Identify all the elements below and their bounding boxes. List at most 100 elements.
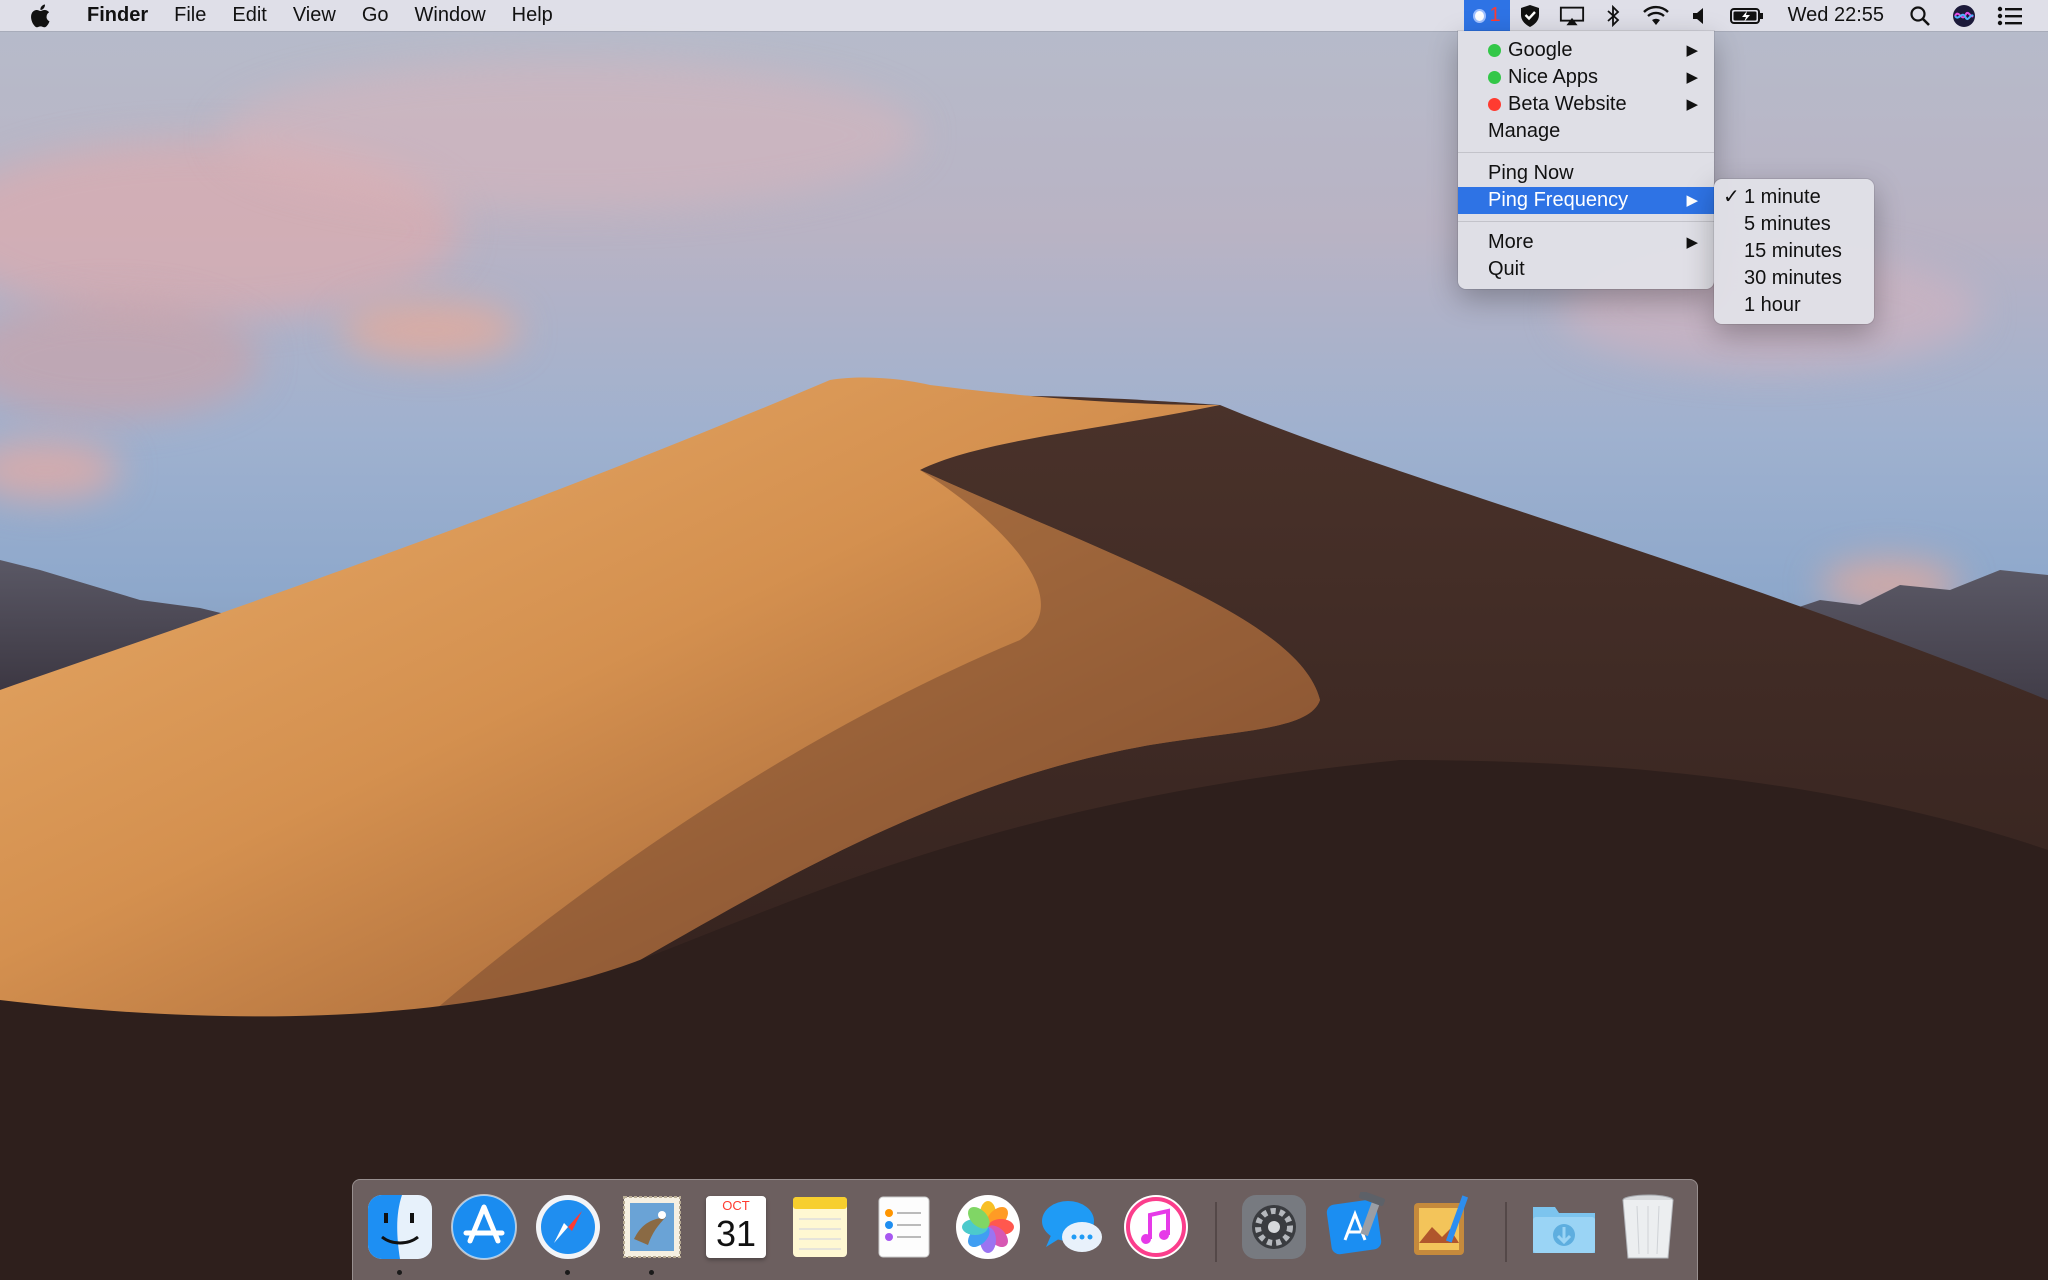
dock-downloads[interactable] [1529, 1192, 1599, 1262]
dock-app-store[interactable] [449, 1192, 519, 1262]
airplay-status-item[interactable] [1550, 0, 1594, 31]
dock-safari[interactable] [533, 1192, 603, 1275]
dock-messages[interactable] [1037, 1192, 1107, 1262]
frequency-option-label: 1 minute [1744, 186, 1821, 208]
menu-site-beta-website[interactable]: Beta Website ▶ [1458, 91, 1714, 118]
airplay-icon [1559, 6, 1584, 25]
calendar-day: 31 [715, 1213, 757, 1254]
notes-icon [793, 1197, 847, 1257]
frequency-option-5-minutes[interactable]: 5 minutes [1714, 211, 1874, 238]
dock-preview[interactable] [1407, 1192, 1477, 1262]
shield-icon [1520, 4, 1539, 27]
shield-status-item[interactable] [1510, 0, 1550, 31]
battery-icon [1729, 7, 1763, 24]
dock-mail[interactable] [617, 1192, 687, 1275]
frequency-option-1-minute[interactable]: ✓ 1 minute [1714, 184, 1874, 211]
submenu-arrow-icon: ▶ [1686, 42, 1698, 59]
frequency-option-15-minutes[interactable]: 15 minutes [1714, 238, 1874, 265]
dock-system-preferences[interactable] [1239, 1192, 1309, 1262]
menu-site-nice-apps[interactable]: Nice Apps ▶ [1458, 64, 1714, 91]
finder-icon [368, 1195, 432, 1259]
spotlight-status-item[interactable] [1898, 0, 1942, 31]
notification-center-icon [1997, 6, 2022, 25]
running-indicator [565, 1270, 570, 1275]
siri-icon [1953, 4, 1975, 27]
menu-bar: Finder File Edit View Go Window Help 1 W… [0, 0, 2048, 31]
dock: OCT 31 [352, 1179, 1698, 1280]
dock-divider [1215, 1202, 1217, 1262]
dock-divider [1505, 1202, 1507, 1262]
submenu-arrow-icon: ▶ [1686, 69, 1698, 86]
menu-ping-frequency-label: Ping Frequency [1488, 189, 1629, 211]
dock-finder[interactable] [365, 1192, 435, 1275]
menu-separator [1458, 221, 1714, 222]
notification-center-status-item[interactable] [1986, 0, 2034, 31]
menu-ping-frequency[interactable]: Ping Frequency ▶ [1458, 187, 1714, 214]
frequency-option-1-hour[interactable]: 1 hour [1714, 292, 1874, 319]
menu-quit[interactable]: Quit [1458, 256, 1714, 283]
ping-monitor-icon [1472, 8, 1486, 23]
status-bar: 1 Wed 22:55 [1463, 0, 2048, 31]
status-dot-green [1488, 44, 1501, 57]
dock-itunes[interactable] [1121, 1192, 1191, 1262]
spotlight-icon [1910, 5, 1930, 26]
system-preferences-icon [1242, 1195, 1306, 1259]
siri-status-item[interactable] [1942, 0, 1986, 31]
menu-help[interactable]: Help [499, 0, 566, 31]
menu-view[interactable]: View [280, 0, 349, 31]
battery-status-item[interactable] [1720, 0, 1774, 31]
dock-photos[interactable] [953, 1192, 1023, 1262]
submenu-arrow-icon: ▶ [1686, 192, 1698, 209]
menu-edit[interactable]: Edit [219, 0, 279, 31]
menu-more-label: More [1488, 231, 1534, 253]
menu-window[interactable]: Window [402, 0, 499, 31]
menu-separator [1458, 152, 1714, 153]
ping-failure-count: 1 [1489, 4, 1501, 26]
menu-go[interactable]: Go [349, 0, 402, 31]
menu-manage[interactable]: Manage [1458, 118, 1714, 145]
reminders-icon [878, 1196, 930, 1258]
volume-status-item[interactable] [1680, 0, 1720, 31]
clock[interactable]: Wed 22:55 [1774, 0, 1898, 31]
running-indicator [649, 1270, 654, 1275]
apple-menu-icon[interactable] [24, 0, 56, 31]
submenu-arrow-icon: ▶ [1686, 96, 1698, 113]
menu-site-label: Nice Apps [1508, 66, 1599, 88]
app-menu-finder[interactable]: Finder [74, 0, 161, 31]
submenu-arrow-icon: ▶ [1686, 234, 1698, 251]
dock-reminders[interactable] [869, 1192, 939, 1262]
status-dot-green [1488, 71, 1501, 84]
dock-xcode[interactable] [1323, 1192, 1393, 1262]
wifi-status-item[interactable] [1632, 0, 1680, 31]
menu-more[interactable]: More ▶ [1458, 229, 1714, 256]
bluetooth-status-item[interactable] [1594, 0, 1632, 31]
xcode-icon [1326, 1192, 1385, 1255]
dock-trash[interactable] [1613, 1192, 1683, 1262]
itunes-icon [1124, 1195, 1188, 1259]
photos-icon [956, 1195, 1020, 1259]
app-store-icon [451, 1194, 517, 1260]
frequency-option-30-minutes[interactable]: 30 minutes [1714, 265, 1874, 292]
checkmark-icon: ✓ [1723, 186, 1740, 208]
safari-icon [536, 1195, 600, 1259]
preview-icon [1414, 1195, 1469, 1255]
running-indicator [397, 1270, 402, 1275]
menu-ping-now[interactable]: Ping Now [1458, 160, 1714, 187]
menu-site-label: Google [1508, 39, 1573, 61]
mail-icon [623, 1196, 681, 1258]
ping-frequency-submenu: ✓ 1 minute 5 minutes 15 minutes 30 minute… [1714, 179, 1874, 324]
ping-monitor-menu: Google ▶ Nice Apps ▶ Beta Website ▶ Mana… [1458, 31, 1714, 289]
ping-monitor-status-item[interactable]: 1 [1463, 0, 1510, 31]
trash-icon [1622, 1194, 1674, 1259]
dock-notes[interactable] [785, 1192, 855, 1262]
wifi-icon [1642, 5, 1669, 25]
dock-calendar[interactable]: OCT 31 [701, 1192, 771, 1262]
menu-file[interactable]: File [161, 0, 219, 31]
bluetooth-icon [1607, 4, 1619, 27]
calendar-icon: OCT 31 [706, 1196, 766, 1258]
messages-icon [1042, 1201, 1102, 1252]
menu-site-google[interactable]: Google ▶ [1458, 37, 1714, 64]
calendar-month: OCT [706, 1198, 766, 1214]
menu-site-label: Beta Website [1508, 93, 1627, 115]
downloads-folder-icon [1533, 1207, 1595, 1253]
